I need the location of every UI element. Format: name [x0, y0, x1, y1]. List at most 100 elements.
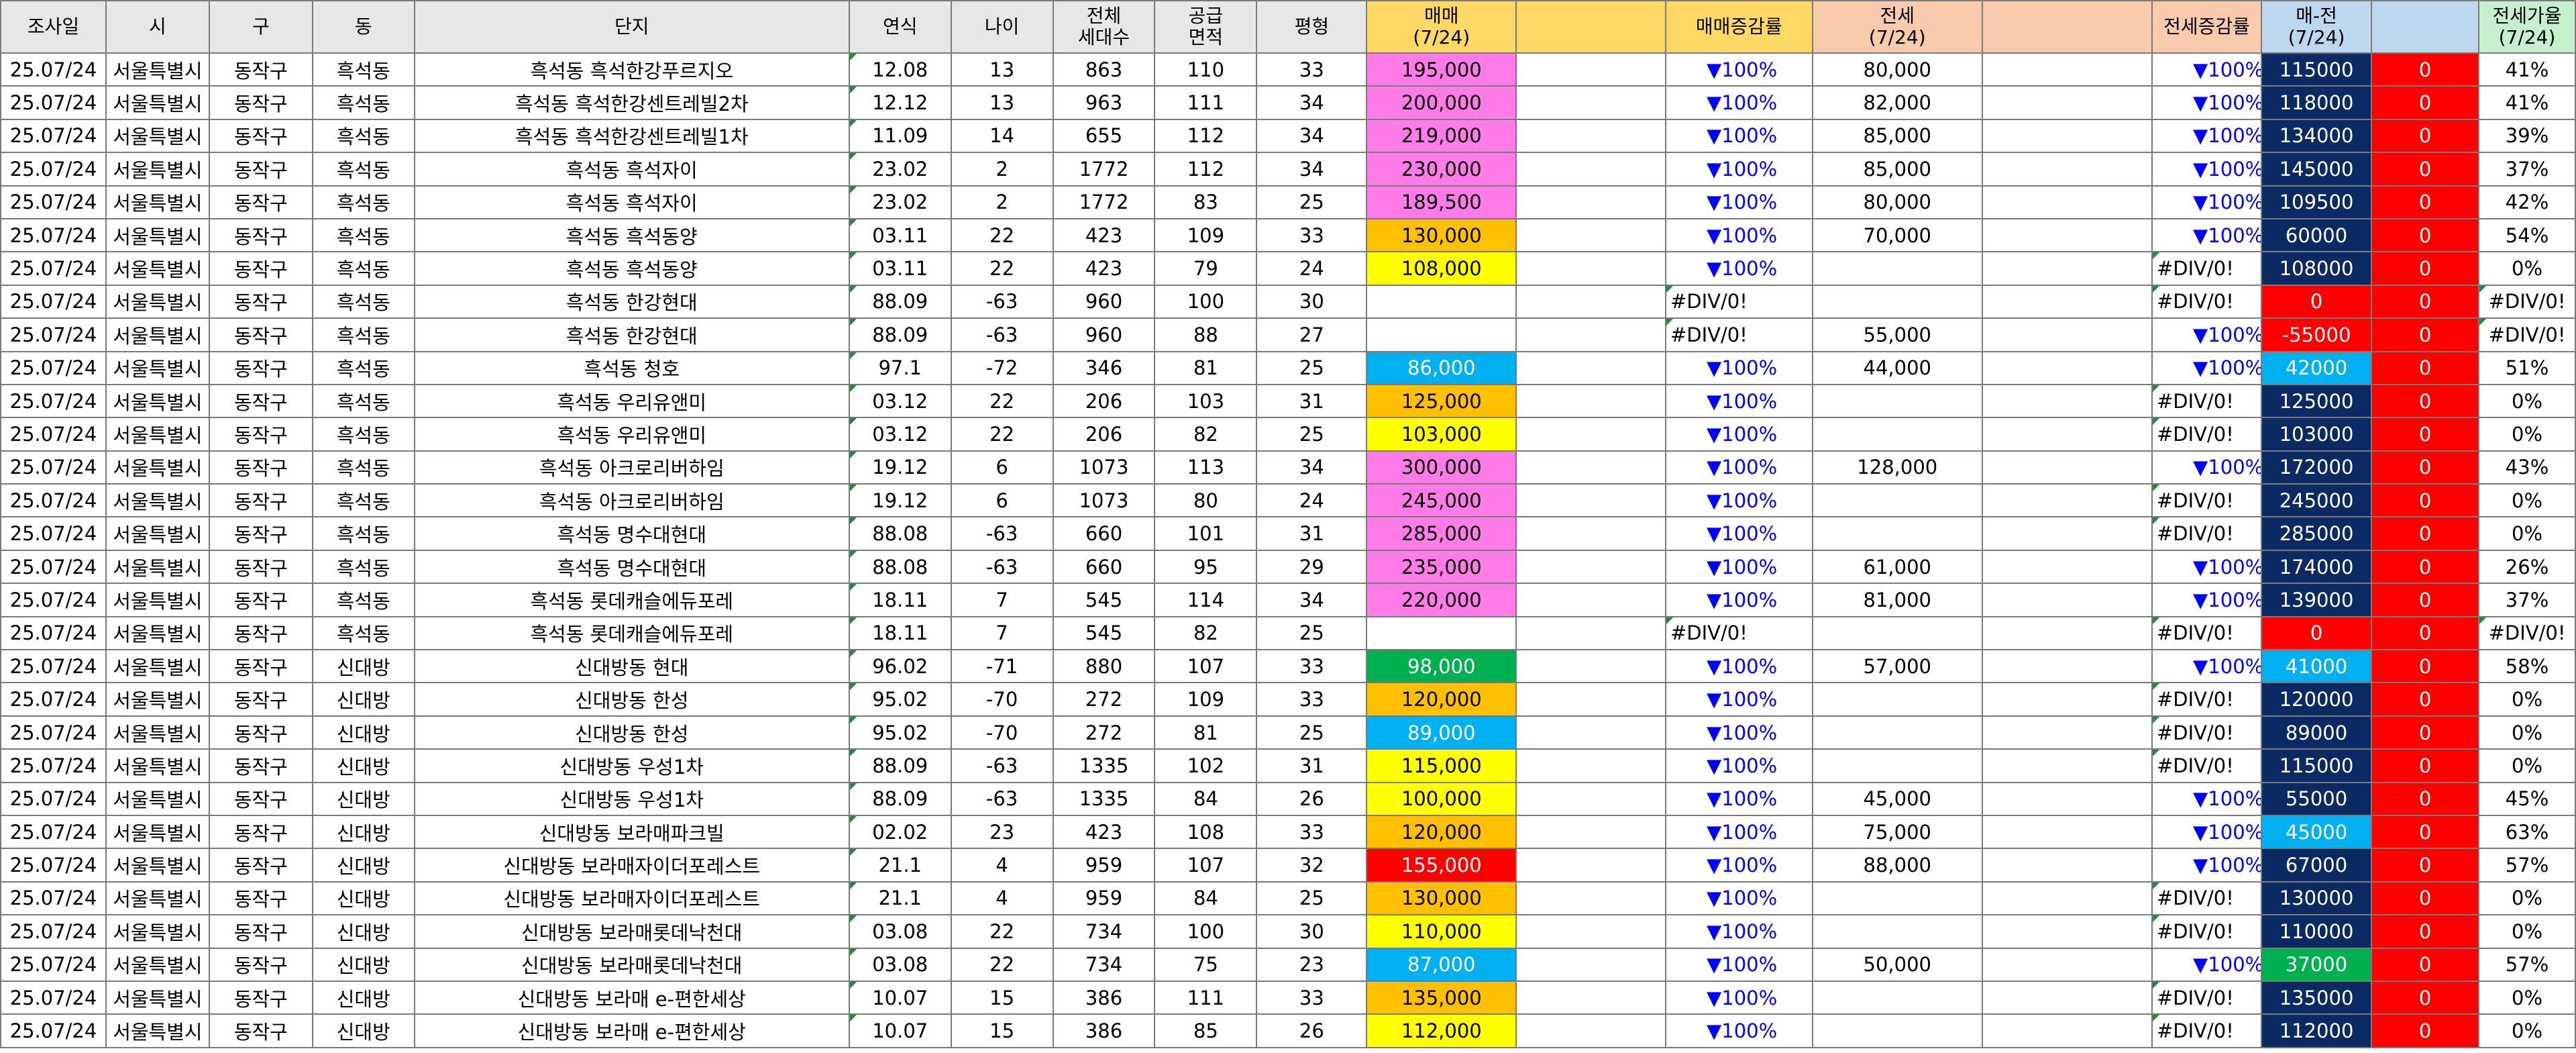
column-header-1[interactable]: 시	[105, 0, 210, 54]
zero-cell[interactable]: 0	[2371, 516, 2480, 551]
zero-cell[interactable]: 0	[2371, 615, 2480, 651]
empty-cell[interactable]	[1981, 85, 2153, 120]
date-cell[interactable]: 25.07/24	[0, 450, 107, 485]
complex-cell[interactable]: 흑석동 아크로리버하임	[413, 450, 850, 485]
age-cell[interactable]: -63	[950, 317, 1054, 352]
empty-cell[interactable]	[1515, 914, 1666, 949]
households-cell[interactable]: 960	[1052, 284, 1156, 319]
city-cell[interactable]: 서울특별시	[105, 85, 210, 120]
area-cell[interactable]: 109	[1154, 217, 1258, 253]
year-cell[interactable]: 21.1	[848, 881, 952, 916]
gap-cell[interactable]: 108000	[2261, 251, 2373, 286]
jeonse-change-cell[interactable]: ▼100%	[2151, 217, 2263, 253]
jeonse-change-cell[interactable]: #DIV/0!	[2151, 980, 2263, 1015]
pyeong-cell[interactable]: 24	[1256, 483, 1368, 518]
area-cell[interactable]: 111	[1154, 980, 1258, 1015]
jeonse-change-cell[interactable]: ▼100%	[2151, 649, 2263, 684]
jeonse-change-cell[interactable]: ▼100%	[2151, 317, 2263, 352]
pyeong-cell[interactable]: 33	[1256, 217, 1368, 253]
empty-cell[interactable]	[1981, 682, 2153, 717]
households-cell[interactable]: 423	[1052, 217, 1156, 253]
zero-cell[interactable]: 0	[2371, 947, 2480, 982]
jeonse-change-cell[interactable]: ▼100%	[2151, 549, 2263, 585]
ratio-cell[interactable]: #DIV/0!	[2478, 284, 2576, 319]
column-header-9[interactable]: 평형	[1256, 0, 1368, 54]
sale-change-cell[interactable]: ▼100%	[1664, 350, 1813, 385]
zero-cell[interactable]: 0	[2371, 350, 2480, 385]
sale-price-cell[interactable]: 220,000	[1366, 583, 1517, 617]
jeonse-price-cell[interactable]: 55,000	[1811, 317, 1983, 352]
sale-change-cell[interactable]: ▼100%	[1664, 483, 1813, 518]
jeonse-price-cell[interactable]: 80,000	[1811, 52, 1983, 87]
ratio-cell[interactable]: 57%	[2478, 848, 2576, 883]
jeonse-price-cell[interactable]: 85,000	[1811, 118, 1983, 154]
dong-cell[interactable]: 흑석동	[311, 85, 415, 120]
empty-cell[interactable]	[1981, 715, 2153, 750]
sale-price-cell[interactable]: 120,000	[1366, 814, 1517, 850]
year-cell[interactable]: 96.02	[848, 649, 952, 684]
column-header-3[interactable]: 동	[311, 0, 415, 54]
pyeong-cell[interactable]: 29	[1256, 549, 1368, 585]
area-cell[interactable]: 102	[1154, 748, 1258, 783]
jeonse-price-cell[interactable]	[1811, 682, 1983, 717]
sale-change-cell[interactable]: #DIV/0!	[1664, 284, 1813, 319]
sale-price-cell[interactable]: 285,000	[1366, 516, 1517, 551]
gu-cell[interactable]: 동작구	[208, 549, 313, 585]
pyeong-cell[interactable]: 34	[1256, 118, 1368, 154]
city-cell[interactable]: 서울특별시	[105, 217, 210, 253]
zero-cell[interactable]: 0	[2371, 914, 2480, 949]
year-cell[interactable]: 88.09	[848, 317, 952, 352]
zero-cell[interactable]: 0	[2371, 317, 2480, 352]
gap-cell[interactable]: 37000	[2261, 947, 2373, 982]
gap-cell[interactable]: 120000	[2261, 682, 2373, 717]
sale-price-cell[interactable]	[1366, 284, 1517, 319]
date-cell[interactable]: 25.07/24	[0, 152, 107, 187]
year-cell[interactable]: 97.1	[848, 350, 952, 385]
gu-cell[interactable]: 동작구	[208, 251, 313, 286]
gap-cell[interactable]: 45000	[2261, 814, 2373, 850]
jeonse-change-cell[interactable]: #DIV/0!	[2151, 715, 2263, 750]
sale-price-cell[interactable]: 155,000	[1366, 848, 1517, 883]
gu-cell[interactable]: 동작구	[208, 748, 313, 783]
complex-cell[interactable]: 흑석동 흑석자이	[413, 185, 850, 219]
gu-cell[interactable]: 동작구	[208, 383, 313, 419]
jeonse-price-cell[interactable]: 57,000	[1811, 649, 1983, 684]
complex-cell[interactable]: 흑석동 우리유앤미	[413, 383, 850, 419]
city-cell[interactable]: 서울특별시	[105, 185, 210, 219]
complex-cell[interactable]: 흑석동 우리유앤미	[413, 417, 850, 452]
city-cell[interactable]: 서울특별시	[105, 549, 210, 585]
area-cell[interactable]: 103	[1154, 383, 1258, 419]
sale-price-cell[interactable]: 189,500	[1366, 185, 1517, 219]
year-cell[interactable]: 95.02	[848, 682, 952, 717]
sale-change-cell[interactable]: ▼100%	[1664, 682, 1813, 717]
zero-cell[interactable]: 0	[2371, 185, 2480, 219]
zero-cell[interactable]: 0	[2371, 217, 2480, 253]
empty-cell[interactable]	[1515, 85, 1666, 120]
pyeong-cell[interactable]: 34	[1256, 450, 1368, 485]
sale-change-cell[interactable]: ▼100%	[1664, 152, 1813, 187]
jeonse-change-cell[interactable]: #DIV/0!	[2151, 417, 2263, 452]
age-cell[interactable]: 4	[950, 881, 1054, 916]
gap-cell[interactable]: 41000	[2261, 649, 2373, 684]
area-cell[interactable]: 83	[1154, 185, 1258, 219]
ratio-cell[interactable]: 39%	[2478, 118, 2576, 154]
city-cell[interactable]: 서울특별시	[105, 848, 210, 883]
date-cell[interactable]: 25.07/24	[0, 615, 107, 651]
zero-cell[interactable]: 0	[2371, 1013, 2480, 1048]
dong-cell[interactable]: 흑석동	[311, 615, 415, 651]
sale-change-cell[interactable]: ▼100%	[1664, 980, 1813, 1015]
ratio-cell[interactable]: 0%	[2478, 748, 2576, 783]
date-cell[interactable]: 25.07/24	[0, 549, 107, 585]
dong-cell[interactable]: 신대방	[311, 914, 415, 949]
date-cell[interactable]: 25.07/24	[0, 185, 107, 219]
gu-cell[interactable]: 동작구	[208, 118, 313, 154]
empty-cell[interactable]	[1981, 152, 2153, 187]
dong-cell[interactable]: 신대방	[311, 814, 415, 850]
sale-change-cell[interactable]: ▼100%	[1664, 251, 1813, 286]
gap-cell[interactable]: 245000	[2261, 483, 2373, 518]
sale-change-cell[interactable]: ▼100%	[1664, 52, 1813, 87]
jeonse-change-cell[interactable]: ▼100%	[2151, 814, 2263, 850]
gap-cell[interactable]: 115000	[2261, 748, 2373, 783]
gu-cell[interactable]: 동작구	[208, 1013, 313, 1048]
ratio-cell[interactable]: 58%	[2478, 649, 2576, 684]
